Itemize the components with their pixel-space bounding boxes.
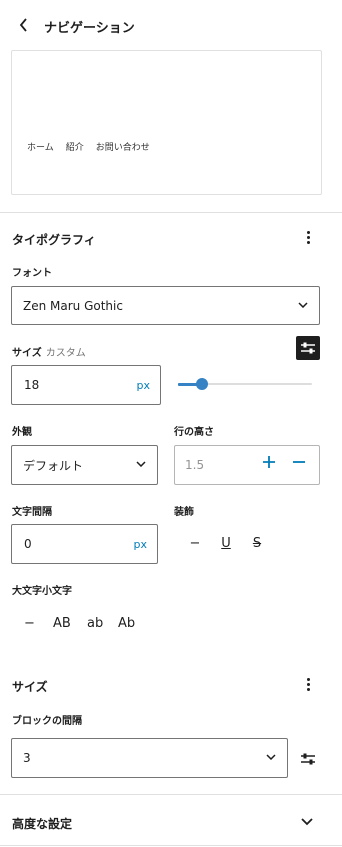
line-height-label: 行の高さ <box>174 427 214 438</box>
decoration-strikethrough-button[interactable]: S <box>248 536 266 551</box>
plus-icon <box>263 456 275 468</box>
font-size-value: 18 <box>24 378 40 392</box>
font-label: フォント <box>12 268 52 279</box>
letter-spacing-unit-select[interactable]: px <box>134 538 148 551</box>
preview-navigation: ホーム 紹介 お問い合わせ <box>27 140 150 153</box>
letter-spacing-label: 文字間隔 <box>12 507 52 518</box>
minus-icon <box>293 461 305 463</box>
preview-nav-item: お問い合わせ <box>95 143 150 153</box>
letter-spacing-input[interactable]: 0 px <box>11 524 158 564</box>
decoration-none-button[interactable]: − <box>186 536 204 551</box>
block-gap-custom-button[interactable] <box>297 748 319 770</box>
chevron-down-icon <box>301 818 313 826</box>
font-size-slider-thumb[interactable] <box>196 378 209 390</box>
kebab-dot-icon <box>306 687 310 691</box>
decoration-label: 装飾 <box>174 507 194 518</box>
appearance-value: デフォルト <box>23 458 84 473</box>
kebab-dot-icon <box>306 230 310 234</box>
appearance-select[interactable]: デフォルト <box>11 445 158 485</box>
chevron-left-icon <box>19 18 27 32</box>
letter-case-lowercase-button[interactable]: ab <box>87 616 103 631</box>
font-size-input[interactable]: 18 px <box>11 365 161 405</box>
advanced-title: 高度な設定 <box>12 817 73 831</box>
font-family-select[interactable]: Zen Maru Gothic <box>11 286 320 325</box>
block-gap-label: ブロックの間隔 <box>12 716 82 727</box>
chevron-down-icon <box>298 301 308 308</box>
typography-title: タイポグラフィ <box>12 233 96 247</box>
typography-options-button[interactable] <box>300 228 316 246</box>
block-gap-select[interactable]: 3 <box>11 738 288 778</box>
line-height-placeholder: 1.5 <box>185 458 205 472</box>
divider <box>0 212 342 213</box>
divider <box>0 845 342 846</box>
appearance-label: 外観 <box>12 427 32 438</box>
font-family-value: Zen Maru Gothic <box>23 298 123 313</box>
letter-case-uppercase-button[interactable]: AB <box>53 616 71 631</box>
letter-spacing-value: 0 <box>24 537 32 551</box>
chevron-down-icon <box>136 461 146 467</box>
preview-nav-item: 紹介 <box>65 143 84 153</box>
chevron-down-icon <box>266 754 276 760</box>
letter-case-none-button[interactable]: − <box>24 616 35 631</box>
panel-header: ナビゲーション <box>0 0 342 50</box>
kebab-dot-icon <box>306 240 310 244</box>
size-label-text: サイズ <box>12 348 42 359</box>
panel-title: ナビゲーション <box>44 21 135 36</box>
settings-sliders-icon <box>301 753 315 765</box>
kebab-dot-icon <box>306 235 310 239</box>
kebab-dot-icon <box>306 682 310 686</box>
advanced-panel-toggle[interactable]: 高度な設定 <box>0 795 342 845</box>
size-options-button[interactable] <box>300 675 316 693</box>
settings-sliders-icon <box>301 342 315 354</box>
line-height-decrement-button[interactable] <box>292 455 306 473</box>
line-height-increment-button[interactable] <box>262 455 276 473</box>
letter-case-capitalize-button[interactable]: Ab <box>118 616 135 631</box>
preview-nav-item: ホーム <box>27 143 54 153</box>
size-sublabel: カスタム <box>45 348 86 359</box>
block-preview: ホーム 紹介 お問い合わせ <box>11 50 322 195</box>
kebab-dot-icon <box>306 677 310 681</box>
letter-case-label: 大文字小文字 <box>12 586 72 597</box>
decoration-underline-button[interactable]: U <box>217 536 235 551</box>
block-gap-value: 3 <box>23 751 31 765</box>
back-button[interactable] <box>14 15 32 35</box>
size-label: サイズ カスタム <box>12 344 86 359</box>
font-size-unit-select[interactable]: px <box>137 379 151 392</box>
custom-size-toggle[interactable] <box>296 336 320 360</box>
size-section-title: サイズ <box>12 680 48 694</box>
